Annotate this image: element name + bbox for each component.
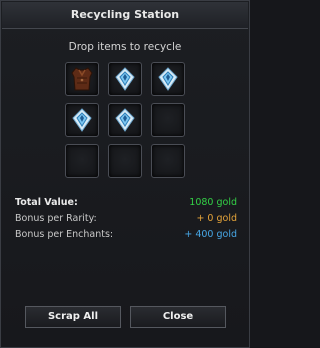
scrap-all-button[interactable]: Scrap All xyxy=(25,306,121,328)
blue-crystal-gem-icon xyxy=(115,108,135,132)
blue-crystal-gem-icon xyxy=(72,108,92,132)
item-slot-8[interactable] xyxy=(108,144,142,178)
item-grid xyxy=(65,62,185,178)
item-slot-9[interactable] xyxy=(151,144,185,178)
value-summary: Total Value: 1080 gold Bonus per Rarity:… xyxy=(15,197,237,245)
enchant-bonus-row: Bonus per Enchants: + 400 gold xyxy=(15,229,237,245)
item-slot-7[interactable] xyxy=(65,144,99,178)
window-title: Recycling Station xyxy=(2,2,248,29)
blue-crystal-gem-icon xyxy=(158,67,178,91)
rarity-bonus-row: Bonus per Rarity: + 0 gold xyxy=(15,213,237,229)
item-slot-2[interactable] xyxy=(108,62,142,96)
recycling-window: Recycling Station Drop items to recycle xyxy=(0,0,250,348)
blue-crystal-gem-icon xyxy=(115,67,135,91)
item-slot-6[interactable] xyxy=(151,103,185,137)
rarity-bonus-value: + 0 gold xyxy=(196,213,237,224)
close-button[interactable]: Close xyxy=(130,306,226,328)
enchant-bonus-value: + 400 gold xyxy=(184,229,237,240)
item-slot-5[interactable] xyxy=(108,103,142,137)
item-slot-4[interactable] xyxy=(65,103,99,137)
enchant-bonus-label: Bonus per Enchants: xyxy=(15,229,114,240)
leather-armor-icon xyxy=(71,67,93,91)
total-value-label: Total Value: xyxy=(15,197,78,208)
total-value: 1080 gold xyxy=(189,197,237,208)
total-value-row: Total Value: 1080 gold xyxy=(15,197,237,213)
item-slot-1[interactable] xyxy=(65,62,99,96)
rarity-bonus-label: Bonus per Rarity: xyxy=(15,213,97,224)
item-slot-3[interactable] xyxy=(151,62,185,96)
instructions-text: Drop items to recycle xyxy=(68,41,182,53)
